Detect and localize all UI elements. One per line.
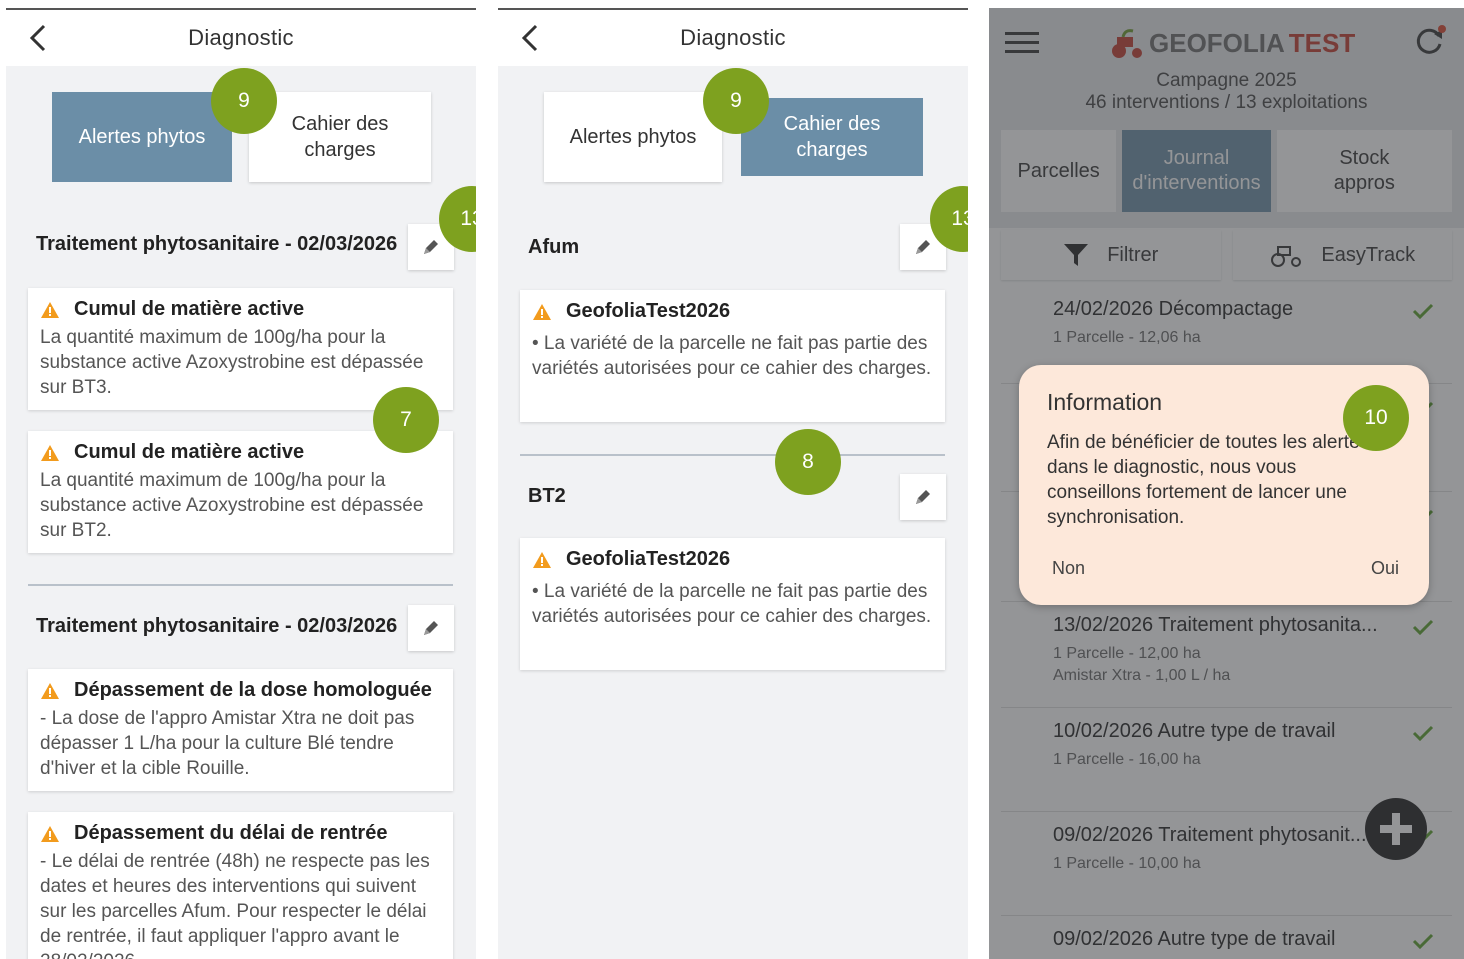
- app-header: GEOFOLIA TEST Campagne 2025 46 intervent…: [989, 8, 1464, 228]
- list-item[interactable]: 09/02/2026 Autre type de travail: [1001, 916, 1452, 959]
- warning-icon: [41, 682, 59, 699]
- callout-badge: 10: [1343, 385, 1409, 451]
- tab-cahier-des-charges[interactable]: Cahier des charges: [741, 98, 923, 176]
- alert-card: Dépassement de la dose homologuée - La d…: [28, 669, 453, 791]
- callout-badge: 8: [775, 429, 841, 495]
- warning-icon: [41, 825, 59, 842]
- list-item[interactable]: 10/02/2026 Autre type de travail 1 Parce…: [1001, 708, 1452, 812]
- funnel-icon: [1064, 244, 1089, 266]
- alert-title: Dépassement du délai de rentrée: [74, 822, 388, 844]
- app-logo: GEOFOLIA TEST: [1109, 28, 1355, 59]
- dialog-yes-button[interactable]: Oui: [1371, 558, 1399, 579]
- section-title: Traitement phytosanitaire - 02/03/2026: [36, 233, 398, 255]
- sync-icon[interactable]: [1412, 24, 1446, 58]
- warning-icon: [41, 301, 59, 318]
- spec-card: GeofoliaTest2026 • La variété de la parc…: [520, 538, 945, 670]
- easytrack-label: EasyTrack: [1321, 243, 1416, 266]
- top-bar: Diagnostic: [498, 10, 968, 66]
- filter-label: Filtrer: [1107, 243, 1159, 266]
- item-title: 24/02/2026 Décompactage: [1053, 298, 1294, 320]
- check-icon: [1412, 619, 1434, 636]
- alert-text: - La dose de l'appro Amistar Xtra ne doi…: [40, 708, 415, 779]
- alert-title: Cumul de matière active: [74, 298, 305, 320]
- page-title: Diagnostic: [680, 25, 786, 50]
- tab-stock-appros[interactable]: Stock appros: [1276, 130, 1452, 212]
- back-arrow-icon[interactable]: [24, 22, 52, 54]
- callout-badge: 9: [703, 68, 769, 134]
- pencil-icon: [424, 240, 438, 254]
- spec-title: GeofoliaTest2026: [566, 548, 731, 570]
- tractor-icon: [1112, 28, 1142, 58]
- filter-button[interactable]: Filtrer: [1001, 230, 1221, 280]
- item-subtitle: 1 Parcelle - 10,00 ha: [1053, 855, 1201, 872]
- edit-button[interactable]: [408, 605, 454, 651]
- item-title: 09/02/2026 Autre type de travail: [1053, 928, 1336, 950]
- logo-accent: TEST: [1288, 28, 1356, 58]
- pencil-icon: [916, 490, 930, 504]
- pencil-icon: [916, 240, 930, 254]
- campaign-info: Campagne 2025 46 interventions / 13 expl…: [989, 70, 1464, 114]
- alert-title: Cumul de matière active: [74, 441, 305, 463]
- check-icon: [1412, 933, 1434, 950]
- spec-text: • La variété de la parcelle ne fait pas …: [532, 581, 932, 627]
- alert-card: Dépassement du délai de rentrée - Le dél…: [28, 812, 453, 959]
- item-subtitle: 1 Parcelle - 16,00 ha: [1053, 751, 1201, 768]
- section-title: Traitement phytosanitaire - 02/03/2026: [36, 615, 398, 637]
- top-bar: Diagnostic: [6, 10, 476, 66]
- section-title: BT2: [528, 485, 566, 507]
- spec-card: GeofoliaTest2026 • La variété de la parc…: [520, 290, 945, 422]
- spec-title: GeofoliaTest2026: [566, 300, 731, 322]
- diagnostic-screen-alerts: Diagnostic Alertes phytos Cahier des cha…: [6, 8, 476, 959]
- alert-title: Dépassement de la dose homologuée: [74, 679, 432, 701]
- dialog-message: Afin de bénéficier de toutes les alertes…: [1047, 432, 1370, 528]
- check-icon: [1412, 303, 1434, 320]
- item-subtitle: 1 Parcelle - 12,00 ha: [1053, 645, 1201, 662]
- section-title: Afum: [528, 236, 580, 258]
- dialog-no-button[interactable]: Non: [1052, 558, 1085, 579]
- alert-card: Cumul de matière active La quantité maxi…: [28, 431, 453, 553]
- item-product: Amistar Xtra - 1,00 L / ha: [1053, 667, 1231, 684]
- alert-text: La quantité maximum de 100g/ha pour la s…: [40, 327, 424, 398]
- tab-parcelles[interactable]: Parcelles: [1001, 130, 1117, 212]
- plus-icon: [1380, 813, 1412, 845]
- page-title: Diagnostic: [188, 25, 294, 50]
- add-intervention-button[interactable]: [1365, 798, 1427, 860]
- warning-icon: [533, 551, 551, 568]
- list-item[interactable]: 13/02/2026 Traitement phytosanita... 1 P…: [1001, 602, 1452, 708]
- item-title: 09/02/2026 Traitement phytosanit...: [1053, 824, 1367, 846]
- tractor-icon: [1271, 246, 1302, 267]
- easytrack-button[interactable]: EasyTrack: [1232, 230, 1452, 280]
- spec-text: • La variété de la parcelle ne fait pas …: [532, 333, 932, 379]
- tab-alertes-phytos[interactable]: Alertes phytos: [544, 92, 722, 182]
- callout-badge: 7: [373, 387, 439, 453]
- campaign-label: Campagne 2025: [1156, 70, 1297, 91]
- main-tabs: Parcelles Journal d'interventions Stock …: [1001, 130, 1452, 212]
- check-icon: [1412, 725, 1434, 742]
- section-divider: [28, 584, 453, 586]
- alert-text: - Le délai de rentrée (48h) ne respecte …: [40, 851, 430, 959]
- item-title: 13/02/2026 Traitement phytosanita...: [1053, 614, 1378, 636]
- edit-button[interactable]: [900, 474, 946, 520]
- warning-icon: [533, 303, 551, 320]
- diagnostic-screen-specs: Diagnostic Alertes phytos Cahier des cha…: [498, 8, 968, 959]
- tab-alertes-phytos[interactable]: Alertes phytos: [52, 92, 232, 182]
- back-arrow-icon[interactable]: [516, 22, 544, 54]
- section-divider: [520, 454, 945, 456]
- filter-bar: Filtrer EasyTrack: [1001, 230, 1452, 280]
- item-subtitle: 1 Parcelle - 12,06 ha: [1053, 329, 1201, 346]
- pencil-icon: [424, 621, 438, 635]
- item-title: 10/02/2026 Autre type de travail: [1053, 720, 1336, 742]
- campaign-summary: 46 interventions / 13 exploitations: [1085, 92, 1368, 113]
- hamburger-menu-icon[interactable]: [1005, 30, 1039, 56]
- alert-text: La quantité maximum de 100g/ha pour la s…: [40, 470, 424, 541]
- tab-journal-interventions[interactable]: Journal d'interventions: [1122, 130, 1271, 212]
- callout-badge: 9: [211, 68, 277, 134]
- warning-icon: [41, 444, 59, 461]
- logo-text: GEOFOLIA: [1149, 28, 1285, 58]
